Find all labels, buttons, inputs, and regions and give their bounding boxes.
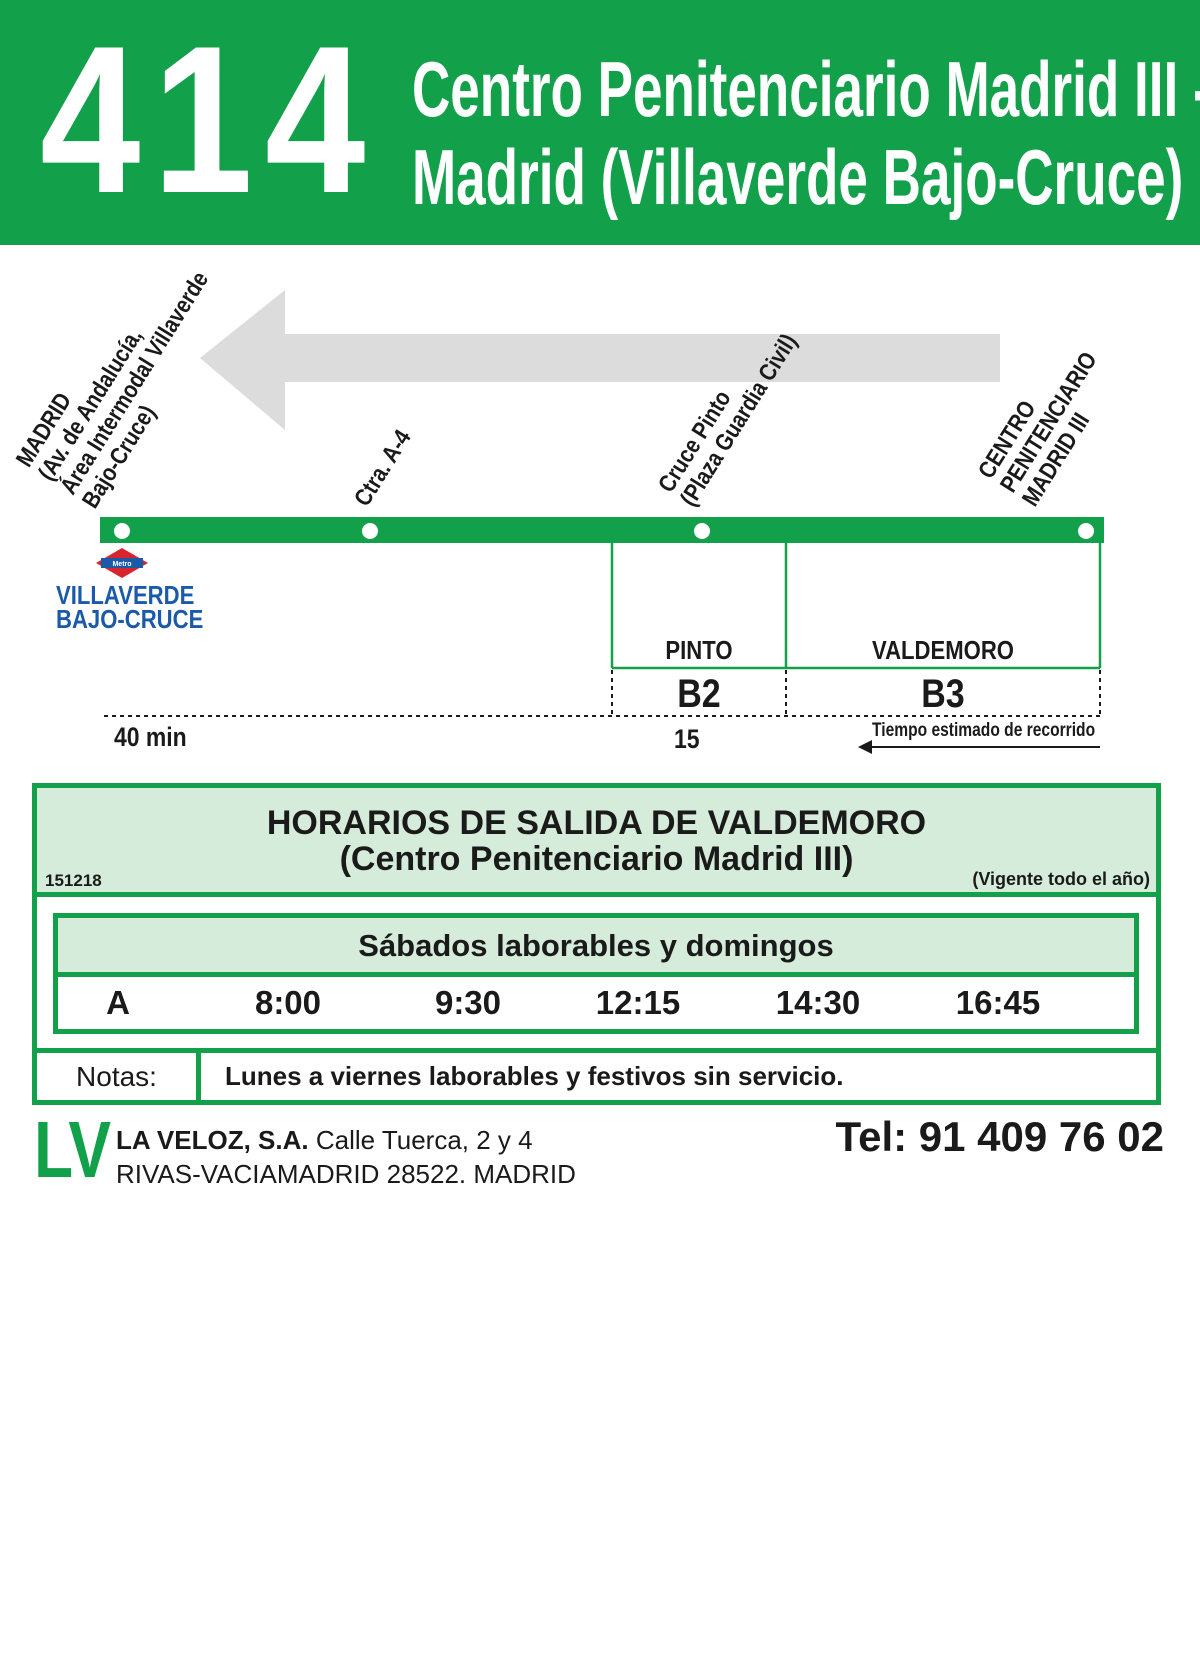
company-logo: LV bbox=[34, 1105, 112, 1194]
travel-time-madrid-pinto: 40 min bbox=[114, 722, 187, 752]
company-address-line1: LA VELOZ, S.A. Calle Tuerca, 2 y 4 bbox=[116, 1125, 533, 1155]
travel-time-legend: Tiempo estimado de recorrido bbox=[872, 720, 1096, 741]
stop-marker bbox=[694, 523, 710, 539]
departure-time: 14:30 bbox=[775, 984, 861, 1021]
direction-arrow-icon bbox=[200, 290, 1000, 430]
departure-time: 16:45 bbox=[955, 984, 1041, 1021]
zone-code-b3: B3 bbox=[921, 672, 965, 716]
metro-station-name-line2: BAJO-CRUCE bbox=[56, 604, 204, 634]
arrow-left-icon bbox=[858, 740, 1100, 754]
departure-time: 9:30 bbox=[434, 984, 502, 1021]
day-schedule: Sábados laborables y domingos A 8:00 9:3… bbox=[53, 913, 1139, 1034]
notes-text: Lunes a viernes laborables y festivos si… bbox=[225, 1061, 844, 1091]
zone-name-pinto: PINTO bbox=[665, 635, 733, 665]
schedule-validity: (Vigente todo el año) bbox=[972, 869, 1150, 889]
stop-marker bbox=[1078, 523, 1094, 539]
schedule-code: 151218 bbox=[45, 871, 102, 890]
schedule-header: HORARIOS DE SALIDA DE VALDEMORO (Centro … bbox=[37, 788, 1156, 897]
stop-marker bbox=[362, 523, 378, 539]
day-type-row: Sábados laborables y domingos bbox=[58, 918, 1134, 977]
notes-label: Notas: bbox=[37, 1053, 201, 1100]
travel-time-pinto-centro: 15 bbox=[674, 724, 700, 754]
row-label: A bbox=[106, 984, 130, 1021]
company-street: Calle Tuerca, 2 y 4 bbox=[315, 1125, 533, 1155]
zone-name-valdemoro: VALDEMORO bbox=[871, 635, 1015, 665]
metro-logo-icon: Metro bbox=[96, 548, 148, 578]
notes-row: Notas: Lunes a viernes laborables y fest… bbox=[37, 1048, 1156, 1100]
schedule-table: HORARIOS DE SALIDA DE VALDEMORO (Centro … bbox=[32, 783, 1161, 1105]
day-type-label: Sábados laborables y domingos bbox=[358, 928, 834, 963]
route-line bbox=[100, 517, 1104, 543]
schedule-title: HORARIOS DE SALIDA DE VALDEMORO bbox=[266, 804, 927, 842]
company-address-line2: RIVAS-VACIAMADRID 28522. MADRID bbox=[116, 1159, 576, 1189]
times-row: A 8:00 9:30 12:15 14:30 16:45 bbox=[58, 977, 1134, 1029]
zone-code-b2: B2 bbox=[677, 672, 721, 716]
stop-marker bbox=[114, 523, 130, 539]
company-name: LA VELOZ, S.A. bbox=[116, 1125, 309, 1155]
departure-time: 12:15 bbox=[595, 984, 681, 1021]
svg-text:Metro: Metro bbox=[112, 561, 131, 568]
departure-time: 8:00 bbox=[254, 984, 322, 1021]
company-phone: Tel: 91 409 76 02 bbox=[835, 1113, 1164, 1160]
